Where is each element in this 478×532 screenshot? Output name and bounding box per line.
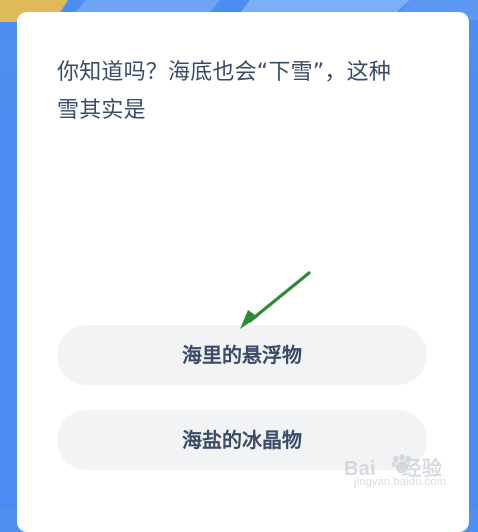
answer-option-salt-ice-crystals[interactable]: 海盐的冰晶物 bbox=[57, 410, 427, 470]
answer-option-suspended-matter[interactable]: 海里的悬浮物 bbox=[57, 325, 427, 385]
quiz-card: 你知道吗？海底也会“下雪”，这种 雪其实是 海里的悬浮物 海盐的冰晶物 bbox=[17, 12, 469, 532]
question-text: 你知道吗？海底也会“下雪”，这种 雪其实是 bbox=[57, 60, 391, 123]
